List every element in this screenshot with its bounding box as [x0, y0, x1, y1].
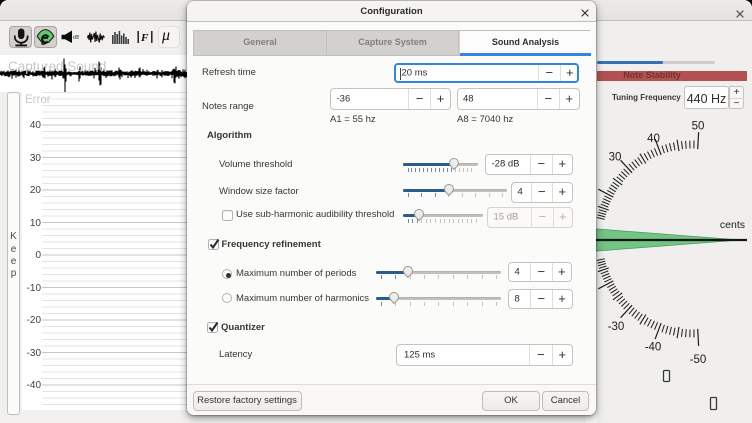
svg-text:dB: dB	[73, 35, 79, 41]
svg-text:-50: -50	[690, 354, 707, 366]
svg-text:-40: -40	[645, 342, 662, 354]
svg-text:50: 50	[692, 121, 705, 133]
svg-text:cents: cents	[720, 219, 745, 231]
svg-text:F: F	[140, 32, 149, 44]
svg-text:-30: -30	[608, 321, 625, 333]
svg-text:40: 40	[647, 133, 660, 145]
svg-text:30: 30	[609, 152, 622, 164]
